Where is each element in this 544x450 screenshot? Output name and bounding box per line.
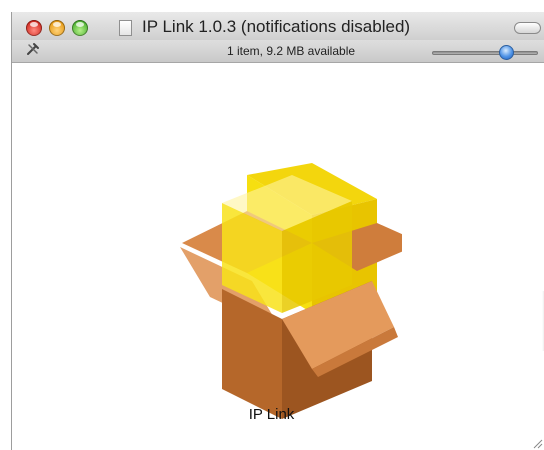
zoom-button[interactable]	[72, 20, 88, 36]
status-bar: 1 item, 9.2 MB available	[12, 40, 544, 63]
finder-window: IP Link 1.0.3 (notifications disabled) 1…	[11, 12, 544, 450]
title-bar[interactable]: IP Link 1.0.3 (notifications disabled)	[12, 12, 544, 40]
window-title: IP Link 1.0.3 (notifications disabled)	[142, 17, 411, 36]
icon-size-slider-knob[interactable]	[498, 45, 514, 60]
file-list: IP Link	[12, 63, 544, 450]
minimize-button[interactable]	[49, 20, 65, 36]
package-icon[interactable]	[162, 163, 422, 423]
close-button[interactable]	[26, 20, 42, 36]
resize-grip-icon[interactable]	[531, 436, 543, 449]
icon-size-slider[interactable]	[432, 51, 538, 55]
toolbar-toggle-button[interactable]	[514, 22, 541, 34]
document-proxy-icon[interactable]	[119, 20, 132, 36]
file-label[interactable]: IP Link	[12, 406, 544, 423]
